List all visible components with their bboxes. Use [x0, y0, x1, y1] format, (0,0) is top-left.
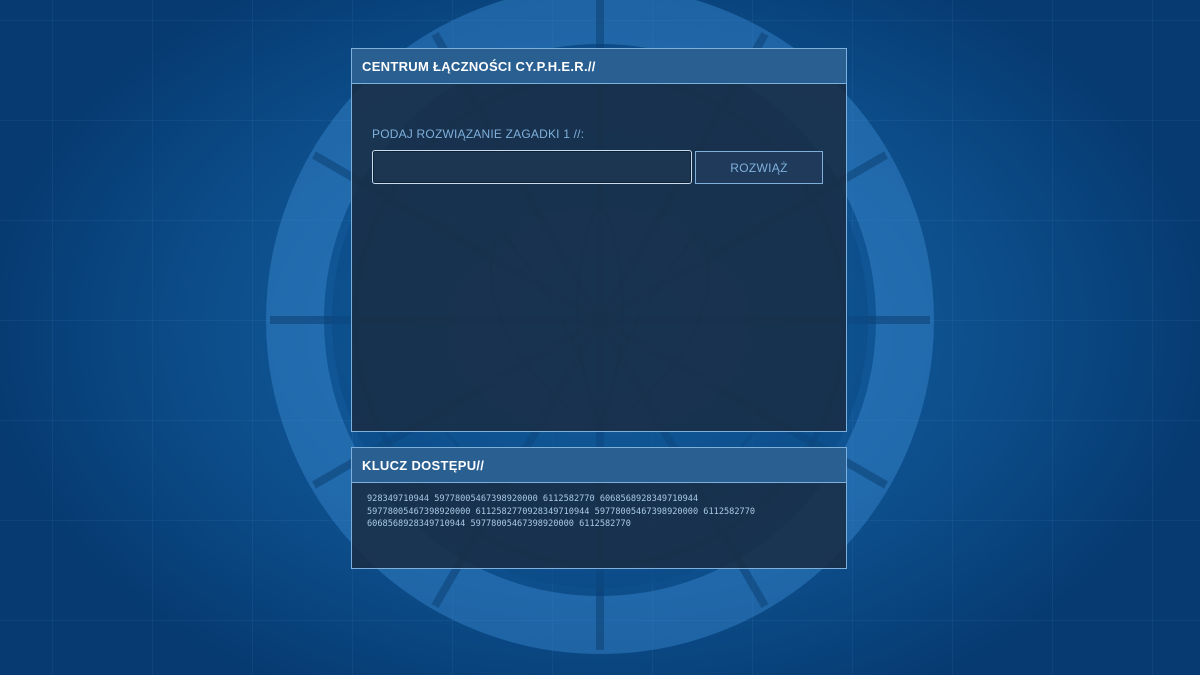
riddle-prompt-label: PODAJ ROZWIĄZANIE ZAGADKI 1 //: — [372, 127, 585, 141]
access-key-title: KLUCZ DOSTĘPU// — [352, 448, 846, 483]
access-key-panel: KLUCZ DOSTĘPU// 928349710944 59778005467… — [351, 447, 847, 569]
communication-center-panel: CENTRUM ŁĄCZNOŚCI CY.P.H.E.R.// PODAJ RO… — [351, 48, 847, 432]
access-key-line: 928349710944 59778005467398920000 611258… — [367, 494, 699, 504]
access-key-text: 928349710944 59778005467398920000 611258… — [367, 493, 827, 531]
communication-center-title: CENTRUM ŁĄCZNOŚCI CY.P.H.E.R.// — [352, 49, 846, 84]
solve-button[interactable]: ROZWIĄŻ — [695, 151, 823, 184]
answer-input[interactable] — [372, 150, 692, 184]
access-key-line: 59778005467398920000 6112582770928349710… — [367, 506, 756, 517]
access-key-line: 6068568928349710944 59778005467398920000… — [367, 519, 631, 529]
